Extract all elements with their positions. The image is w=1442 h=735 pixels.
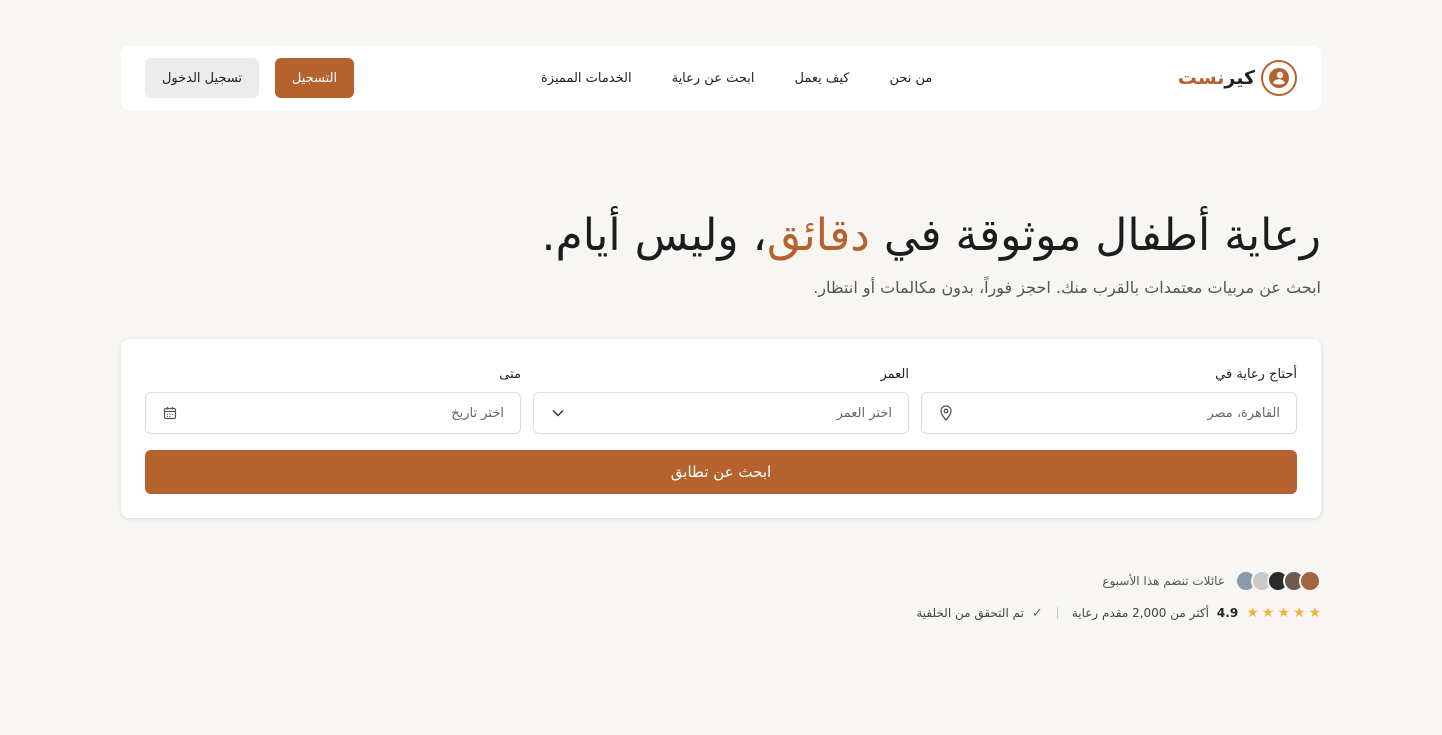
date-input[interactable]: اختر تاريخ bbox=[145, 392, 521, 434]
navbar: كيرنست من نحن كيف يعمل ابحث عن رعاية الخ… bbox=[121, 46, 1321, 110]
logo-text: كيرنست bbox=[1177, 67, 1255, 89]
register-button[interactable]: التسجيل bbox=[275, 58, 354, 98]
age-field: العمر اختر العمر bbox=[533, 367, 909, 434]
rating-value: 4.9 bbox=[1216, 606, 1239, 620]
location-pin-icon bbox=[938, 405, 954, 421]
nav-how-it-works[interactable]: كيف يعمل bbox=[794, 71, 849, 86]
logo[interactable]: كيرنست bbox=[1178, 60, 1297, 96]
divider bbox=[1056, 607, 1058, 619]
families-joining-text: عائلات تنضم هذا الأسبوع bbox=[1102, 574, 1225, 588]
age-select[interactable]: اختر العمر bbox=[533, 392, 909, 434]
hero-title-accent: دقائق bbox=[766, 210, 870, 261]
avatar-group bbox=[1235, 570, 1321, 592]
calendar-icon bbox=[162, 405, 178, 421]
star-icon: ★ bbox=[1261, 605, 1275, 621]
chevron-down-icon bbox=[550, 405, 566, 421]
providers-count-text: أكثر من 2,000 مقدم رعاية bbox=[1071, 606, 1209, 620]
nav-actions: التسجيل تسجيل الدخول bbox=[145, 58, 354, 98]
date-placeholder: اختر تاريخ bbox=[451, 405, 504, 421]
age-placeholder: اختر العمر bbox=[836, 405, 892, 421]
star-icon: ★ bbox=[1292, 605, 1306, 621]
hero-subtitle: ابحث عن مربيات معتمدات بالقرب منك. احجز … bbox=[813, 278, 1321, 297]
age-label: العمر bbox=[880, 367, 909, 382]
background-check-text: تم التحقق من الخلفية bbox=[916, 606, 1024, 620]
star-icon: ★ bbox=[1277, 605, 1290, 621]
location-placeholder: القاهرة، مصر bbox=[1207, 405, 1280, 421]
login-button[interactable]: تسجيل الدخول bbox=[145, 58, 259, 98]
date-field: متى اختر تاريخ bbox=[145, 367, 521, 434]
star-icon: ★ bbox=[1246, 605, 1259, 621]
date-label: متى bbox=[499, 367, 521, 382]
check-icon: ✓ bbox=[1031, 605, 1043, 621]
location-field: أحتاج رعاية في القاهرة، مصر bbox=[921, 367, 1297, 434]
nav-about[interactable]: من نحن bbox=[889, 71, 932, 86]
main-nav: من نحن كيف يعمل ابحث عن رعاية الخدمات ال… bbox=[541, 46, 932, 110]
location-input[interactable]: القاهرة، مصر bbox=[921, 392, 1297, 434]
nav-find-care[interactable]: ابحث عن رعاية bbox=[672, 71, 755, 86]
star-icon: ★ bbox=[1308, 605, 1321, 621]
avatar bbox=[1299, 570, 1321, 592]
social-proof: عائلات تنضم هذا الأسبوع bbox=[1102, 570, 1321, 592]
hero-title: رعاية أطفال موثوقة في دقائق، وليس أيام. bbox=[541, 210, 1321, 261]
logo-icon bbox=[1261, 60, 1297, 96]
search-submit-button[interactable]: ابحث عن تطابق bbox=[145, 450, 1297, 494]
nav-premium-services[interactable]: الخدمات المميزة bbox=[541, 71, 632, 86]
rating-stars: ★ ★ ★ ★ ★ bbox=[1246, 605, 1321, 621]
location-label: أحتاج رعاية في bbox=[1215, 367, 1297, 382]
trust-row: ★ ★ ★ ★ ★ 4.9 أكثر من 2,000 مقدم رعاية ✓… bbox=[916, 605, 1321, 621]
search-card: أحتاج رعاية في القاهرة، مصر العمر اختر ا… bbox=[121, 339, 1321, 518]
